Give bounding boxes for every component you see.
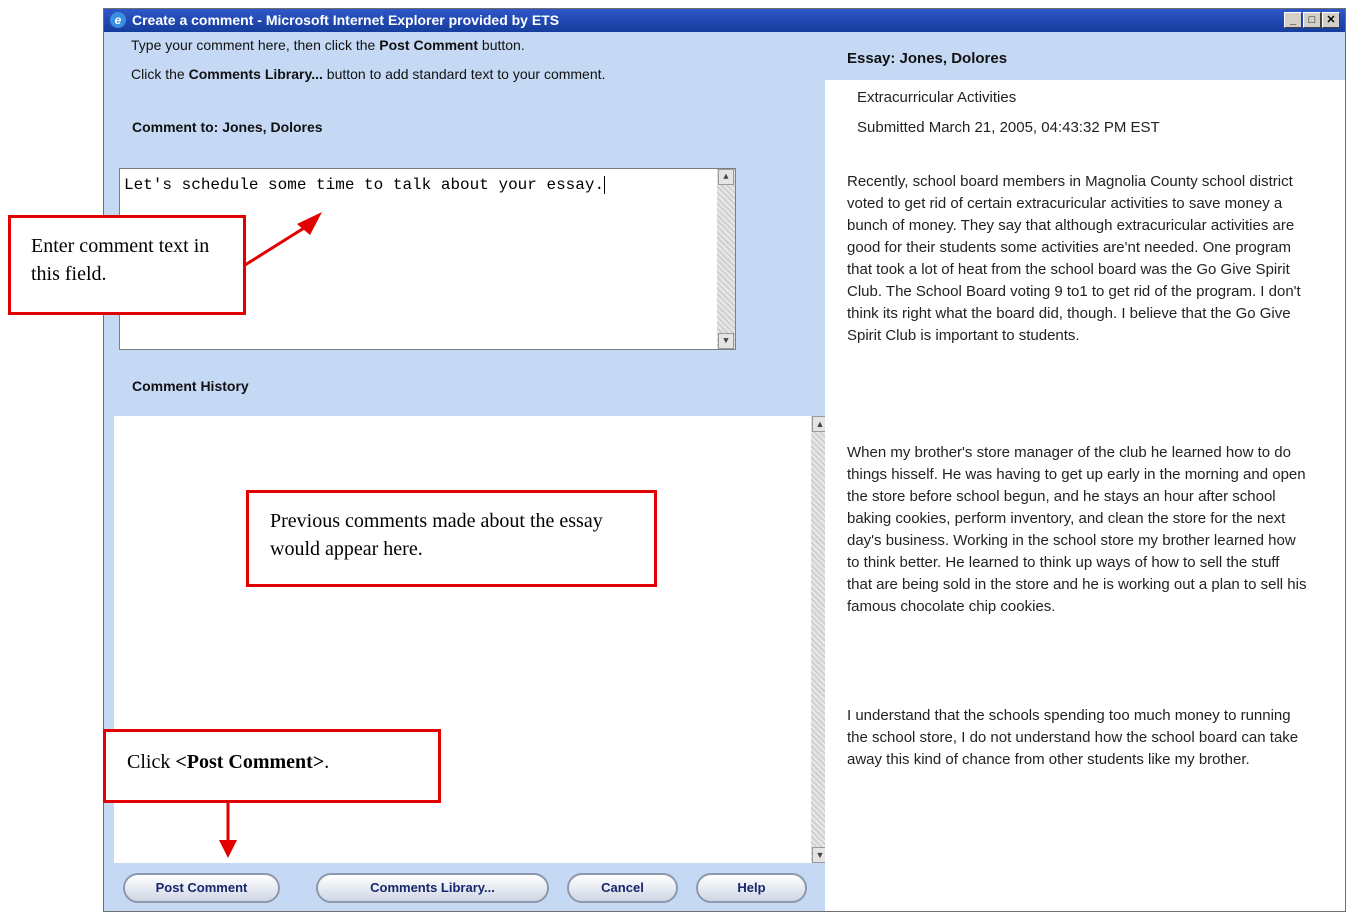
callout-click-post: Click <Post Comment>. [103,729,441,803]
arrowhead-icon [219,840,237,858]
callout-previous-comments: Previous comments made about the essay w… [246,490,657,587]
arrow-to-textarea [244,221,313,267]
callout-enter-text: Enter comment text in this field. [8,215,246,315]
